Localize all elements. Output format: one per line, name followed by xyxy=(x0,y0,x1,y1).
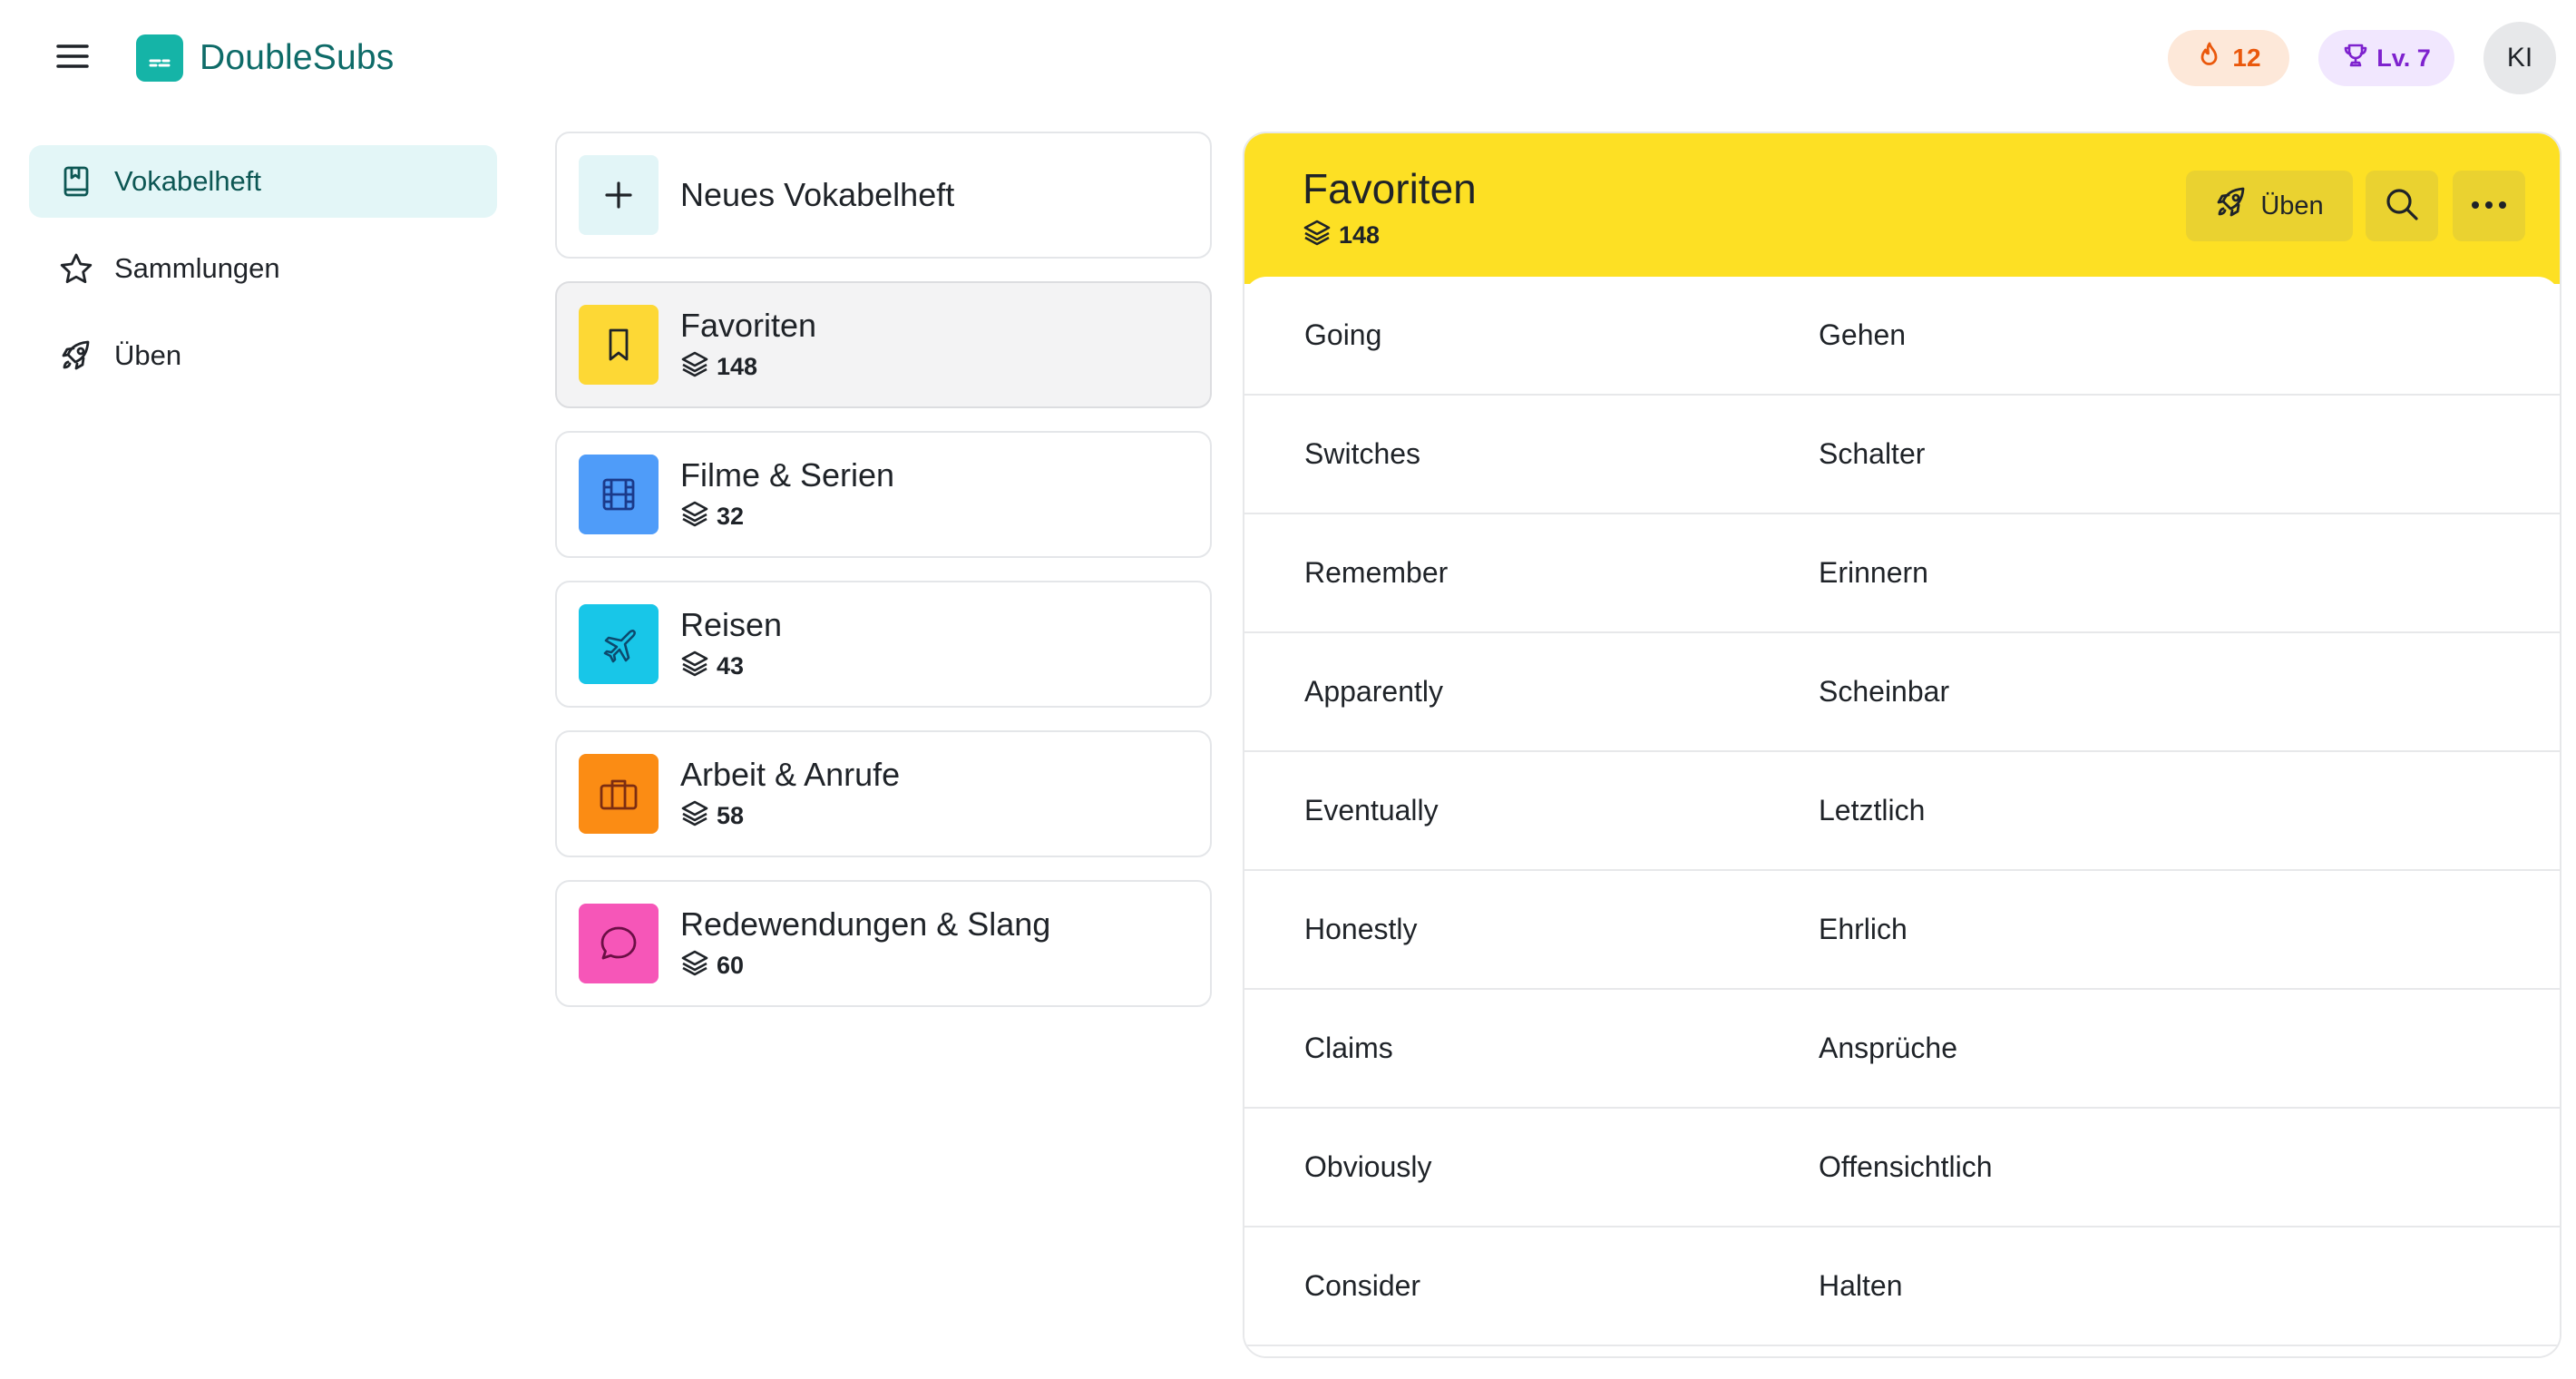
word-source: Remember xyxy=(1304,556,1449,589)
notebook-count-value: 32 xyxy=(717,502,745,530)
film-icon xyxy=(579,455,659,534)
word-source: Eventually xyxy=(1304,794,1439,826)
notebook-list: Neues Vokabelheft Favoriten 148 Filme & … xyxy=(555,132,1212,1030)
subtitles-icon xyxy=(136,34,183,82)
practice-button-label: Üben xyxy=(2260,191,2324,220)
notebook-title: Redewendungen & Slang xyxy=(680,905,1051,943)
streak-count: 12 xyxy=(2232,44,2261,72)
word-target: Ehrlich xyxy=(1819,913,1908,945)
new-notebook-button[interactable]: Neues Vokabelheft xyxy=(555,132,1212,259)
app-name: DoubleSubs xyxy=(200,38,395,77)
avatar[interactable]: KI xyxy=(2483,22,2556,94)
word-row[interactable]: Going Gehen xyxy=(1244,277,2560,396)
star-icon xyxy=(58,250,94,287)
layers-icon xyxy=(680,799,709,833)
notebook-title: Reisen xyxy=(680,605,783,643)
notebook-count: 148 xyxy=(680,350,816,384)
layers-icon xyxy=(680,949,709,983)
notebook-count-value: 58 xyxy=(717,801,745,829)
notebook-count: 32 xyxy=(680,500,894,533)
notebook-count-value: 43 xyxy=(717,651,745,680)
notebook-title: Filme & Serien xyxy=(680,455,895,494)
word-source: Claims xyxy=(1304,1032,1393,1064)
notebook-title: Favoriten xyxy=(680,306,817,344)
app-logo[interactable]: DoubleSubs xyxy=(136,34,394,82)
level-badge[interactable]: Lv. 7 xyxy=(2318,30,2454,86)
layers-icon xyxy=(680,500,709,533)
notebook-count-value: 148 xyxy=(717,352,758,380)
avatar-initials: KI xyxy=(2506,43,2533,73)
sidebar-item-vokabelheft[interactable]: Vokabelheft xyxy=(29,145,497,218)
word-target: Halten xyxy=(1819,1269,1903,1302)
layers-icon xyxy=(680,650,709,683)
word-row[interactable]: Claims Ansprüche xyxy=(1244,990,2560,1109)
notebook-count: 60 xyxy=(680,949,1050,983)
word-row[interactable]: Obviously Offensichtlich xyxy=(1244,1109,2560,1227)
notebook-count: 58 xyxy=(680,799,900,833)
sidebar-item-label: Vokabelheft xyxy=(114,165,262,197)
sidebar-item-label: Üben xyxy=(114,339,182,371)
notebook-title: Arbeit & Anrufe xyxy=(680,755,901,793)
notebook-card-redewendungen-slang[interactable]: Redewendungen & Slang 60 xyxy=(555,880,1212,1007)
word-target: Letztlich xyxy=(1819,794,1926,826)
sidebar-item-ueben[interactable]: Üben xyxy=(29,319,497,392)
word-row[interactable]: Consider Halten xyxy=(1244,1227,2560,1346)
notebook-card-arbeit-anrufe[interactable]: Arbeit & Anrufe 58 xyxy=(555,730,1212,857)
layers-icon xyxy=(1303,219,1332,252)
word-source: Apparently xyxy=(1304,675,1443,708)
word-list: Going Gehen Switches Schalter Remember E… xyxy=(1244,277,2560,1356)
bookmark-icon xyxy=(579,305,659,385)
more-horizontal-icon xyxy=(2471,198,2507,214)
word-source: Honestly xyxy=(1304,913,1418,945)
sidebar-item-label: Sammlungen xyxy=(114,252,280,284)
trophy-icon xyxy=(2342,42,2369,75)
briefcase-icon xyxy=(579,754,659,834)
speech-bubble-icon xyxy=(579,904,659,983)
word-target: Gehen xyxy=(1819,318,1907,351)
notebook-card-filme-serien[interactable]: Filme & Serien 32 xyxy=(555,431,1212,558)
plane-icon xyxy=(579,604,659,684)
new-notebook-label: Neues Vokabelheft xyxy=(680,176,955,213)
rocket-icon xyxy=(2215,186,2248,226)
practice-button[interactable]: Üben xyxy=(2186,171,2353,241)
word-row[interactable]: Remember Erinnern xyxy=(1244,514,2560,633)
word-source: Consider xyxy=(1304,1269,1421,1302)
word-row[interactable]: Switches Schalter xyxy=(1244,396,2560,514)
more-options-button[interactable] xyxy=(2453,171,2525,241)
layers-icon xyxy=(680,350,709,384)
menu-button[interactable] xyxy=(44,36,102,80)
search-icon xyxy=(2383,185,2421,228)
notebook-count-value: 60 xyxy=(717,951,745,979)
panel-header: Favoriten 148 Üben xyxy=(1244,133,2560,284)
sidebar-item-sammlungen[interactable]: Sammlungen xyxy=(29,232,497,305)
panel-count-value: 148 xyxy=(1339,221,1381,249)
plus-icon xyxy=(579,155,659,235)
search-button[interactable] xyxy=(2366,171,2438,241)
word-target: Scheinbar xyxy=(1819,675,1950,708)
rocket-icon xyxy=(58,337,94,374)
word-source: Obviously xyxy=(1304,1150,1432,1183)
level-label: Lv. 7 xyxy=(2376,44,2431,72)
word-source: Switches xyxy=(1304,437,1421,470)
streak-badge[interactable]: 12 xyxy=(2168,30,2289,86)
panel-count: 148 xyxy=(1303,219,1380,252)
word-row[interactable]: Apparently Scheinbar xyxy=(1244,633,2560,752)
notebook-icon xyxy=(58,163,94,200)
notebook-card-favoriten[interactable]: Favoriten 148 xyxy=(555,281,1212,408)
word-row[interactable]: Honestly Ehrlich xyxy=(1244,871,2560,990)
word-target: Offensichtlich xyxy=(1819,1150,1993,1183)
notebook-card-reisen[interactable]: Reisen 43 xyxy=(555,581,1212,708)
word-row[interactable]: Eventually Letztlich xyxy=(1244,752,2560,871)
notebook-count: 43 xyxy=(680,650,782,683)
word-target: Erinnern xyxy=(1819,556,1928,589)
word-source: Going xyxy=(1304,318,1382,351)
hamburger-menu-icon xyxy=(54,42,91,75)
notebook-detail-panel: Favoriten 148 Üben Going Gehen Switches … xyxy=(1243,132,2561,1358)
word-target: Schalter xyxy=(1819,437,1926,470)
word-target: Ansprüche xyxy=(1819,1032,1957,1064)
sidebar: Vokabelheft Sammlungen Üben xyxy=(29,145,497,406)
flame-icon xyxy=(2196,41,2223,76)
panel-title: Favoriten xyxy=(1303,165,1477,212)
